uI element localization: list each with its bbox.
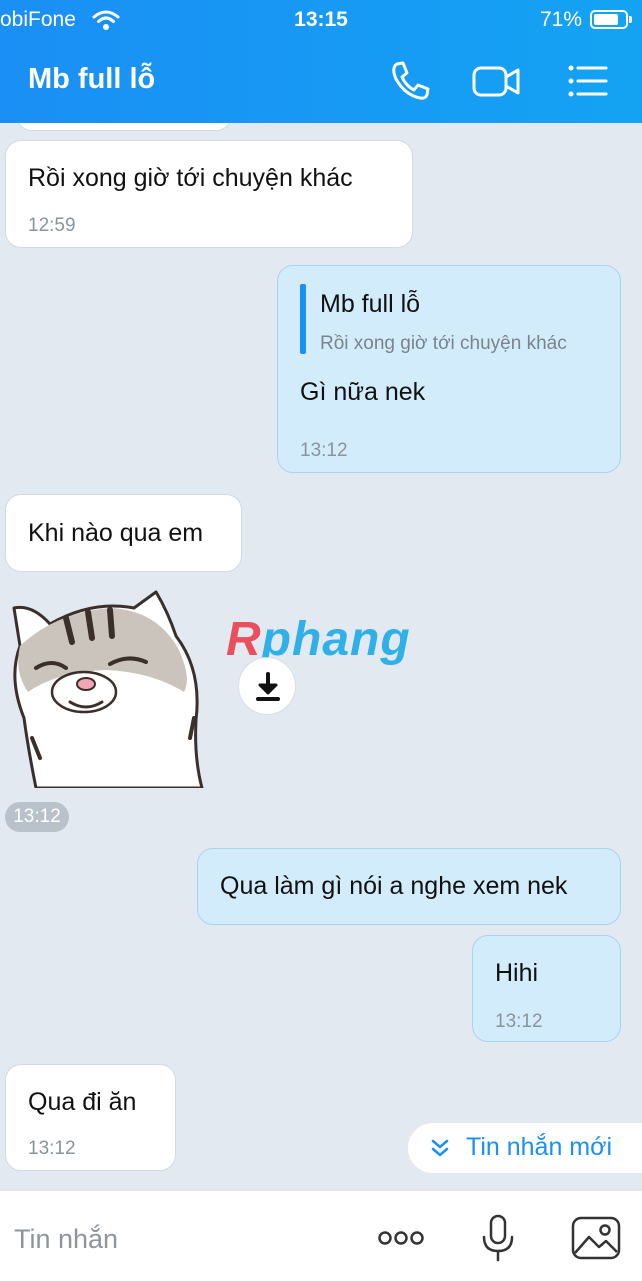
- cat-sticker[interactable]: [6, 588, 206, 788]
- menu-list-icon[interactable]: [562, 58, 614, 104]
- quote-sender: Mb full lỗ: [320, 290, 421, 318]
- message-time: 13:12: [28, 1138, 76, 1159]
- message-text: Qua làm gì nói a nghe xem nek: [220, 872, 568, 900]
- chat-header: obiFone 13:15 71% Mb full lỗ: [0, 0, 642, 123]
- message-bubble-partial: [16, 123, 232, 131]
- microphone-icon[interactable]: [470, 1213, 526, 1263]
- battery-icon: [590, 10, 632, 29]
- message-bubble-outgoing[interactable]: Qua làm gì nói a nghe xem nek: [197, 848, 621, 925]
- message-input[interactable]: [14, 1221, 354, 1257]
- status-bar: obiFone 13:15 71%: [0, 0, 642, 40]
- message-text: Gì nữa nek: [300, 378, 426, 406]
- quote-bar: [300, 284, 306, 354]
- more-icon[interactable]: [373, 1213, 429, 1263]
- new-messages-button[interactable]: Tin nhắn mới: [408, 1123, 642, 1173]
- message-time: 13:12: [300, 440, 348, 461]
- message-text: Khi nào qua em: [28, 519, 204, 547]
- new-messages-label: Tin nhắn mới: [466, 1133, 613, 1161]
- message-time: 12:59: [28, 215, 76, 236]
- message-text: Rồi xong giờ tới chuyện khác: [28, 164, 353, 192]
- download-button[interactable]: [238, 657, 296, 715]
- video-icon[interactable]: [470, 58, 522, 104]
- message-time: 13:12: [495, 1011, 543, 1032]
- conversation-title[interactable]: Mb full lỗ: [28, 63, 155, 96]
- message-bubble-incoming[interactable]: Khi nào qua em: [5, 494, 242, 572]
- message-bubble-incoming[interactable]: Rồi xong giờ tới chuyện khác 12:59: [5, 140, 413, 248]
- phone-icon[interactable]: [383, 58, 435, 104]
- message-bubble-outgoing[interactable]: Hihi 13:12: [472, 935, 621, 1042]
- message-text: Hihi: [495, 959, 539, 987]
- download-icon: [256, 672, 280, 701]
- image-icon[interactable]: [568, 1213, 624, 1263]
- battery-percent: 71%: [539, 8, 582, 31]
- message-text: Qua đi ăn: [28, 1088, 137, 1116]
- quote-text: Rồi xong giờ tới chuyện khác: [320, 333, 567, 354]
- chevrons-down-icon: [431, 1139, 449, 1157]
- composer-bar: [0, 1190, 642, 1281]
- message-bubble-incoming[interactable]: Qua đi ăn 13:12: [5, 1064, 176, 1171]
- message-list[interactable]: Rồi xong giờ tới chuyện khác 12:59 Mb fu…: [0, 123, 642, 1190]
- sticker-time: 13:12: [5, 802, 69, 832]
- message-bubble-outgoing-reply[interactable]: Mb full lỗ Rồi xong giờ tới chuyện khác …: [277, 265, 621, 473]
